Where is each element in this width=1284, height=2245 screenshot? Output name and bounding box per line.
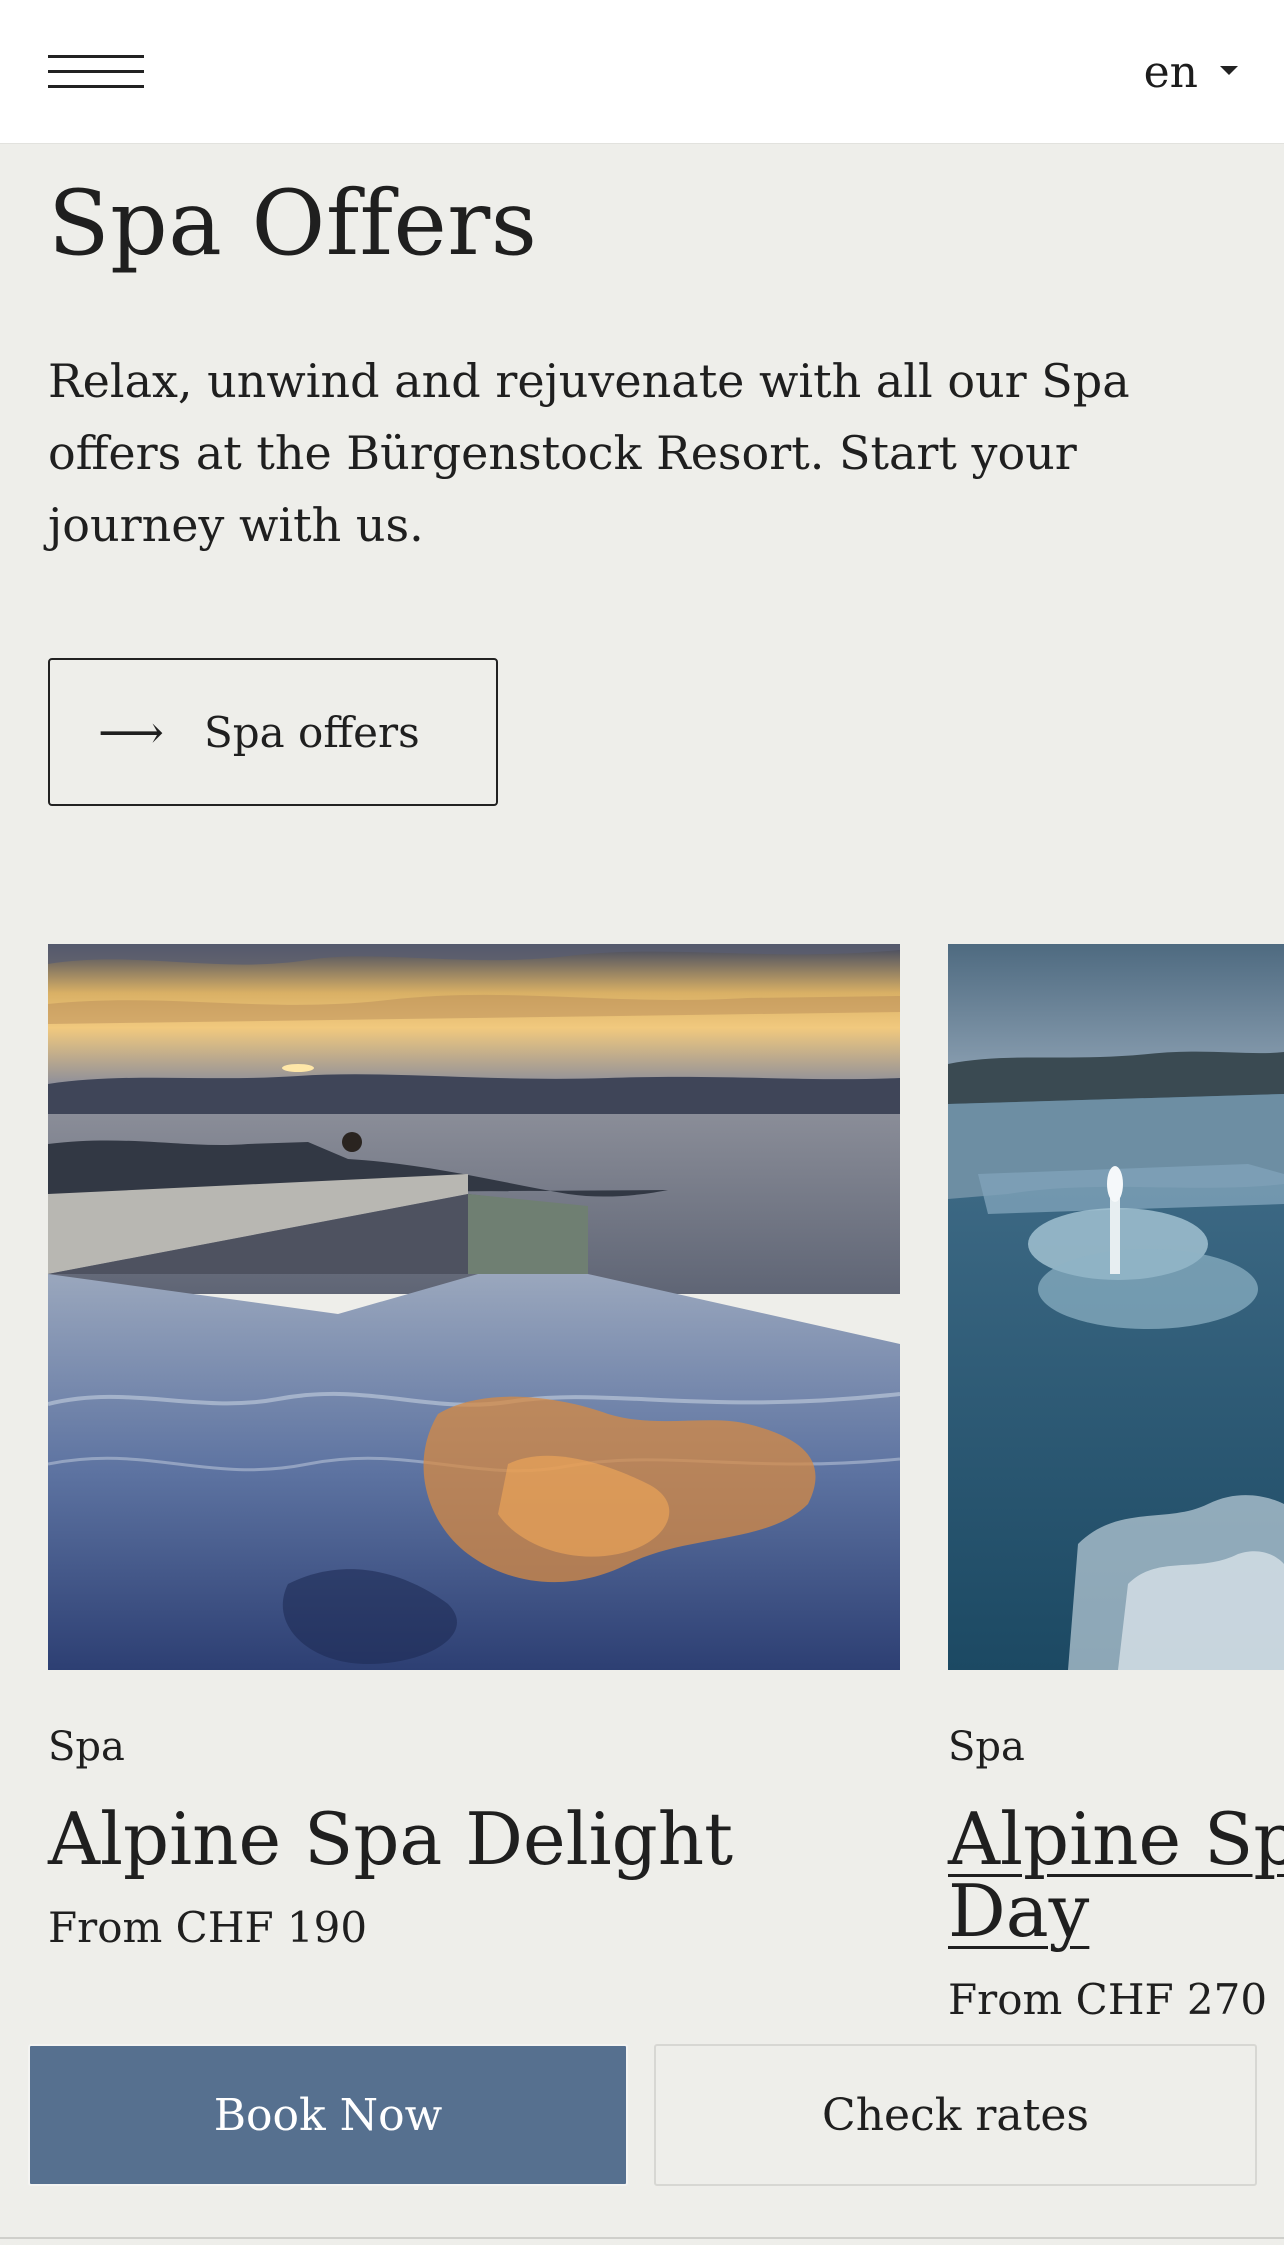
offer-title-line: Alpine Spa [948, 1797, 1284, 1881]
divider [0, 2237, 1284, 2239]
page-intro-text: Relax, unwind and rejuvenate with all ou… [48, 354, 1130, 552]
caret-down-icon [1220, 65, 1238, 75]
language-selector[interactable]: en [1144, 42, 1238, 102]
offer-price: From CHF 190 [48, 1903, 368, 1952]
offer-category: Spa [48, 1724, 125, 1770]
page-title: Spa Offers [48, 171, 538, 276]
spa-offers-button[interactable]: ⟶ Spa offers [48, 658, 498, 806]
sunset-pool-photo [48, 944, 900, 1670]
menu-line [48, 55, 144, 58]
offer-title-line: Day [948, 1869, 1090, 1953]
spa-offers-page: en Spa Offers Relax, unwind and rejuvena… [0, 0, 1284, 2245]
sticky-booking-bar: Book Now Check rates [0, 2035, 1284, 2245]
offer-image-pool-fountain[interactable] [948, 944, 1284, 1670]
offer-title[interactable]: Alpine Spa Day [948, 1803, 1284, 1947]
hamburger-menu-icon[interactable] [48, 52, 144, 92]
offer-title[interactable]: Alpine Spa Delight [48, 1803, 733, 1875]
language-code: en [1143, 46, 1198, 98]
offer-category: Spa [948, 1724, 1025, 1770]
offer-price: From CHF 270 [948, 1975, 1268, 2024]
spa-offers-button-label: Spa offers [204, 707, 420, 757]
book-now-button[interactable]: Book Now [28, 2044, 628, 2186]
top-navigation-bar: en [0, 0, 1284, 144]
pool-fountain-photo [948, 944, 1284, 1670]
arrow-right-icon: ⟶ [98, 705, 164, 759]
menu-line [48, 85, 144, 88]
offer-image-infinity-pool-sunset[interactable] [48, 944, 900, 1670]
menu-line [48, 70, 144, 73]
check-rates-button[interactable]: Check rates [654, 2044, 1257, 2186]
